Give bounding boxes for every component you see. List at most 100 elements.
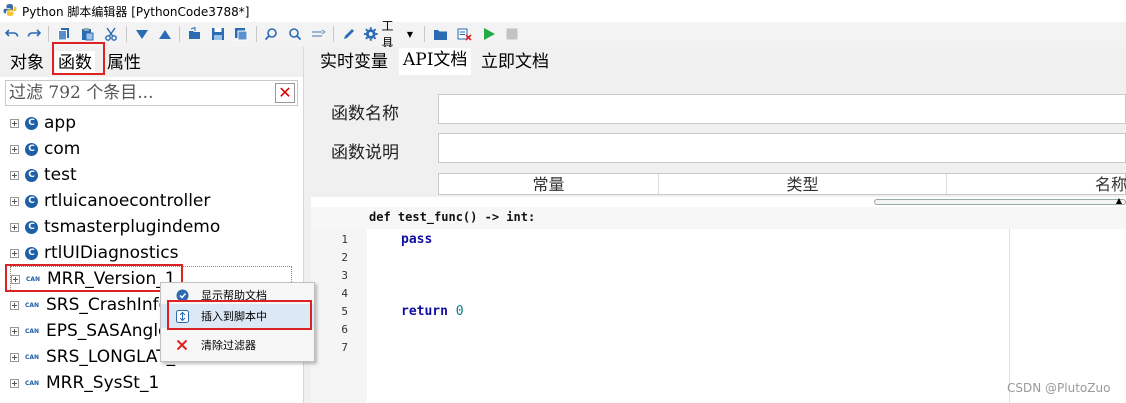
line-number-gutter: 1 2 3 4 5 6 7: [311, 229, 367, 403]
stop-icon[interactable]: [503, 25, 521, 43]
menu-item-clear-filter[interactable]: 清除过滤器: [161, 333, 314, 357]
expand-icon[interactable]: [11, 274, 20, 284]
redo-icon[interactable]: [25, 25, 43, 43]
run-icon[interactable]: [480, 25, 498, 43]
can-icon: CAN: [25, 379, 40, 387]
code-editor[interactable]: pass return 0: [367, 229, 1126, 403]
expand-icon[interactable]: [10, 352, 19, 362]
function-signature: def test_func() -> int:: [369, 210, 536, 224]
insert-icon: [175, 309, 189, 323]
search-next-icon[interactable]: [286, 25, 304, 43]
line-number: 5: [341, 305, 348, 318]
code-line-1[interactable]: pass: [401, 232, 432, 247]
save-icon[interactable]: [209, 25, 227, 43]
clear-filter-button[interactable]: ✕: [275, 83, 295, 103]
tree-item-srs-longlat[interactable]: CAN SRS_LONGLAT_: [10, 344, 175, 370]
tab-live-variables[interactable]: 实时变量: [316, 50, 392, 75]
expand-icon[interactable]: [10, 248, 19, 258]
tree-item-com[interactable]: C com: [10, 136, 80, 162]
tab-instant-docs[interactable]: 立即文档: [477, 50, 553, 75]
window-title: Python 脚本编辑器 [PythonCode3788*]: [22, 5, 250, 19]
function-name-label: 函数名称: [331, 104, 399, 124]
tools-menu-button[interactable]: 工具 ▼: [363, 19, 413, 50]
namespace-icon: C: [25, 116, 38, 130]
line-number: 4: [341, 287, 348, 300]
title-bar: Python 脚本编辑器 [PythonCode3788*]: [0, 0, 1126, 22]
keyword-return: return: [401, 304, 448, 319]
move-down-icon[interactable]: [133, 25, 151, 43]
tools-label: 工具: [381, 19, 394, 50]
can-icon: CAN: [25, 327, 40, 335]
function-signature-bar: def test_func() -> int:: [311, 207, 1126, 229]
expand-icon[interactable]: [10, 326, 19, 336]
tree-item-eps-sasangle[interactable]: CAN EPS_SASAngle_: [10, 318, 177, 344]
column-header-type[interactable]: 类型: [659, 174, 947, 196]
right-tab-bar: 实时变量 API文档 立即文档: [311, 47, 1126, 77]
undo-icon[interactable]: [3, 25, 21, 43]
scroll-up-arrow-icon[interactable]: ▲: [1116, 196, 1122, 205]
filter-input[interactable]: [9, 83, 269, 103]
can-icon: CAN: [25, 353, 40, 361]
number-literal: 0: [455, 304, 464, 319]
tab-functions[interactable]: 函数: [55, 51, 95, 75]
tab-api-docs[interactable]: API文档: [399, 48, 472, 75]
menu-item-insert-to-script[interactable]: 插入到脚本中: [161, 304, 314, 328]
tree-item-tsmasterplugindemo[interactable]: C tsmasterplugindemo: [10, 214, 220, 240]
column-header-name[interactable]: 名称: [947, 174, 1126, 196]
tab-properties[interactable]: 属性: [104, 51, 144, 75]
toolbar: 工具 ▼: [0, 19, 1126, 50]
namespace-icon: C: [25, 168, 38, 182]
line-number: 6: [341, 323, 348, 336]
expand-icon[interactable]: [10, 222, 19, 232]
cut-icon[interactable]: [102, 25, 120, 43]
line-number: 1: [341, 233, 348, 246]
expand-icon[interactable]: [10, 118, 19, 128]
code-line-5[interactable]: return 0: [401, 304, 464, 319]
expand-icon[interactable]: [10, 378, 19, 388]
expand-icon[interactable]: [10, 170, 19, 180]
left-tab-bar: 对象 函数 属性: [0, 47, 305, 77]
tree-item-mrr-sysst-1[interactable]: CAN MRR_SysSt_1: [10, 370, 159, 396]
paste-icon[interactable]: [78, 25, 96, 43]
clear-filter-icon: [175, 338, 189, 352]
move-up-icon[interactable]: [156, 25, 174, 43]
tree-item-rtluidiagnostics[interactable]: C rtlUIDiagnostics: [10, 240, 178, 266]
tree-item-test[interactable]: C test: [10, 162, 77, 188]
context-menu: 显示帮助文档 插入到脚本中 清除过滤器: [160, 282, 315, 362]
function-name-field[interactable]: [438, 94, 1126, 124]
horizontal-scrollbar[interactable]: ▲: [874, 196, 1126, 207]
expand-icon[interactable]: [10, 144, 19, 154]
function-description-field[interactable]: [438, 133, 1126, 163]
open-folder-icon[interactable]: [186, 25, 204, 43]
line-number: 2: [341, 251, 348, 264]
watermark: CSDN @PlutoZuo: [1007, 381, 1111, 395]
namespace-icon: C: [25, 194, 38, 208]
line-number: 7: [341, 341, 348, 354]
namespace-icon: C: [25, 142, 38, 156]
parameter-table-header: 常量 类型 名称: [438, 173, 1126, 196]
filter-box: ✕: [5, 80, 298, 106]
tab-objects[interactable]: 对象: [7, 51, 47, 75]
chevron-down-icon: ▼: [406, 29, 413, 39]
replace-icon[interactable]: [310, 25, 328, 43]
line-number: 3: [341, 269, 348, 282]
folder-icon[interactable]: [431, 25, 449, 43]
search-icon[interactable]: [262, 25, 280, 43]
namespace-icon: C: [25, 246, 38, 260]
copy-icon[interactable]: [55, 25, 73, 43]
namespace-icon: C: [25, 220, 38, 234]
tree-item-srs-crashinfo[interactable]: CAN SRS_CrashInfo: [10, 292, 169, 318]
help-icon: [175, 288, 189, 302]
column-header-constant[interactable]: 常量: [439, 174, 659, 196]
can-icon: CAN: [26, 275, 41, 283]
python-logo-icon: [3, 4, 17, 16]
save-all-icon[interactable]: [232, 25, 250, 43]
expand-icon[interactable]: [10, 196, 19, 206]
compile-check-icon[interactable]: [455, 25, 473, 43]
expand-icon[interactable]: [10, 300, 19, 310]
gear-icon: [363, 27, 378, 41]
edit-pencil-icon[interactable]: [340, 25, 358, 43]
editor-margin-line: [1009, 229, 1010, 403]
tree-item-app[interactable]: C app: [10, 110, 76, 136]
tree-item-rtluicanoecontroller[interactable]: C rtluicanoecontroller: [10, 188, 210, 214]
